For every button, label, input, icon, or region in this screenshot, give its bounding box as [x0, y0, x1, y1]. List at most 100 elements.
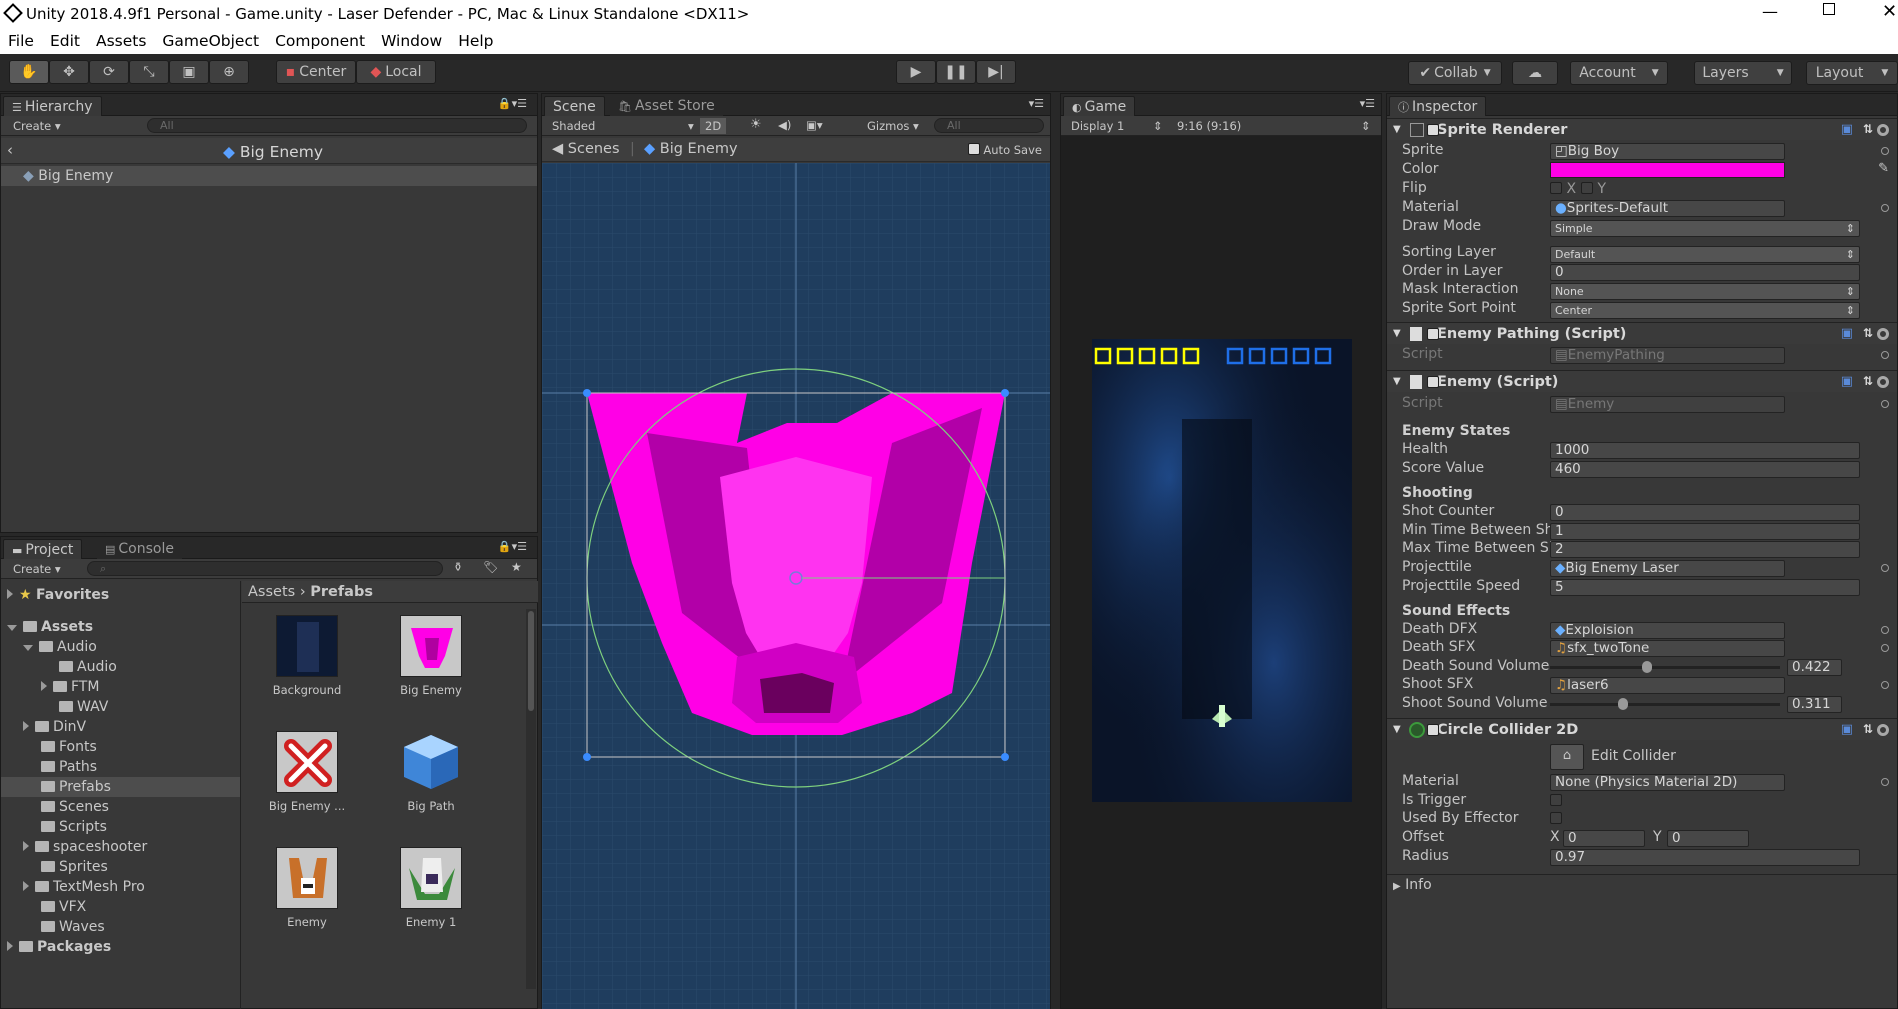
rect-handle[interactable]	[1001, 753, 1009, 761]
hierarchy-item[interactable]: ◆ Big Enemy	[1, 166, 537, 186]
tree-item[interactable]: Audio	[1, 637, 240, 657]
color-swatch[interactable]	[1550, 162, 1785, 178]
asset-big-path[interactable]: Big Path	[380, 731, 482, 813]
shoot-volume-slider[interactable]	[1550, 698, 1780, 710]
tree-item[interactable]: Scripts	[1, 817, 240, 837]
project-search-input[interactable]: ⌕	[87, 561, 443, 576]
info-foldout[interactable]: ▶ Info	[1387, 874, 1897, 894]
asset-background[interactable]: Background	[256, 615, 358, 697]
menu-gameobject[interactable]: GameObject	[154, 28, 267, 54]
tree-item[interactable]: Waves	[1, 917, 240, 937]
enable-checkbox[interactable]	[1427, 724, 1439, 736]
scene-search-input[interactable]: All	[934, 118, 1044, 133]
edit-collider-button[interactable]: ⌂	[1550, 744, 1584, 770]
preset-icon[interactable]: ⇅	[1863, 374, 1873, 388]
slider-thumb[interactable]	[1618, 698, 1628, 710]
pause-button[interactable]: ❚❚	[936, 60, 976, 84]
object-picker-icon[interactable]	[1881, 778, 1889, 786]
material-field[interactable]: ●Sprites-Default	[1550, 200, 1785, 217]
tab-asset-store[interactable]: 🛍 Asset Store	[610, 96, 723, 116]
panel-menu-icon[interactable]: 🔒▾☰	[498, 97, 527, 110]
autosave-toggle[interactable]: Auto Save	[967, 143, 1042, 157]
space-toggle[interactable]: ◆ Local	[356, 60, 436, 84]
help-icon[interactable]: ▣	[1841, 326, 1853, 341]
projectile-field[interactable]: ◆Big Enemy Laser	[1550, 560, 1785, 577]
tab-inspector[interactable]: ⓘ Inspector	[1389, 96, 1487, 116]
asset-big-enemy-laser[interactable]: Big Enemy ...	[256, 731, 358, 813]
flip-y-toggle[interactable]: Y	[1581, 181, 1606, 197]
minimize-button[interactable]: —	[1762, 2, 1778, 21]
filter-type-icon[interactable]: ⚱	[453, 560, 463, 574]
display-dropdown[interactable]: Display 1	[1071, 119, 1124, 133]
filter-label-icon[interactable]: 🏷	[483, 560, 498, 574]
tree-item[interactable]: FTM	[1, 677, 240, 697]
2d-toggle[interactable]: 2D	[700, 118, 727, 134]
death-dfx-field[interactable]: ◆Exploision	[1550, 622, 1785, 639]
menu-window[interactable]: Window	[373, 28, 450, 54]
panel-menu-icon[interactable]: 🔒▾☰	[498, 540, 527, 553]
collab-dropdown[interactable]: ✔ Collab ▼	[1408, 61, 1502, 85]
breadcrumb-prefabs[interactable]: Prefabs	[310, 584, 373, 600]
tree-item[interactable]: Paths	[1, 757, 240, 777]
panel-menu-icon[interactable]: ▾☰	[1029, 97, 1044, 110]
asset-big-enemy[interactable]: Big Enemy	[380, 615, 482, 697]
shoot-volume-field[interactable]: 0.311	[1787, 696, 1842, 713]
used-by-effector-checkbox[interactable]	[1550, 812, 1562, 824]
eyedropper-icon[interactable]: ✎	[1878, 161, 1889, 176]
preset-icon[interactable]: ⇅	[1863, 122, 1873, 136]
hand-tool-button[interactable]: ✋	[9, 60, 49, 84]
sorting-layer-dropdown[interactable]: Default ⇕	[1550, 246, 1860, 263]
asset-grid-scrollbar[interactable]	[526, 609, 536, 989]
panel-menu-icon[interactable]: ▾☰	[1360, 97, 1375, 110]
game-viewport[interactable]	[1092, 339, 1352, 802]
asset-enemy-1[interactable]: Enemy 1	[380, 847, 482, 929]
death-volume-slider[interactable]	[1550, 661, 1780, 673]
rect-handle[interactable]	[583, 753, 591, 761]
offset-x-field[interactable]: 0	[1563, 830, 1645, 847]
gear-icon[interactable]	[1877, 124, 1889, 136]
enable-checkbox[interactable]	[1427, 328, 1439, 340]
project-create-button[interactable]: Create ▾	[13, 562, 61, 576]
enable-checkbox[interactable]	[1427, 376, 1439, 388]
asset-enemy[interactable]: Enemy	[256, 847, 358, 929]
object-picker-icon[interactable]	[1881, 147, 1889, 155]
preset-icon[interactable]: ⇅	[1863, 326, 1873, 340]
slider-thumb[interactable]	[1642, 661, 1652, 673]
score-value-field[interactable]: 460	[1550, 461, 1860, 478]
sprite-renderer-header[interactable]: ▼ Sprite Renderer ▣ ⇅	[1387, 118, 1897, 140]
tab-hierarchy[interactable]: ☰ Hierarchy	[3, 96, 102, 116]
max-time-field[interactable]: 2	[1550, 541, 1860, 558]
enemy-pathing-header[interactable]: ▼ Enemy Pathing (Script) ▣ ⇅	[1387, 322, 1897, 344]
lighting-icon[interactable]: ☀	[750, 117, 762, 132]
cloud-button[interactable]: ☁	[1512, 61, 1558, 85]
min-time-field[interactable]: 1	[1550, 523, 1860, 540]
layers-dropdown[interactable]: Layers ▼	[1694, 61, 1792, 85]
offset-y-field[interactable]: 0	[1667, 830, 1749, 847]
account-dropdown[interactable]: Account ▼	[1570, 61, 1668, 85]
gear-icon[interactable]	[1877, 376, 1889, 388]
death-volume-field[interactable]: 0.422	[1787, 659, 1842, 676]
rect-handle[interactable]	[583, 389, 591, 397]
tree-item[interactable]: Scenes	[1, 797, 240, 817]
back-arrow-icon[interactable]: ‹	[7, 141, 13, 159]
mask-interaction-dropdown[interactable]: None ⇕	[1550, 283, 1860, 300]
rect-handle[interactable]	[1001, 389, 1009, 397]
tree-item[interactable]: WAV	[1, 697, 240, 717]
object-picker-icon[interactable]	[1881, 626, 1889, 634]
rect-tool-button[interactable]: ▣	[169, 60, 209, 84]
tree-item[interactable]: Audio	[1, 657, 240, 677]
death-sfx-field[interactable]: ♫sfx_twoTone	[1550, 640, 1785, 657]
audio-icon[interactable]: ◀)	[778, 118, 791, 132]
gizmos-dropdown[interactable]: Gizmos ▾	[867, 119, 919, 133]
rotate-tool-button[interactable]: ⟳	[89, 60, 129, 84]
crumb-big-enemy[interactable]: ◆ Big Enemy	[644, 141, 738, 157]
favorite-star-icon[interactable]: ★	[511, 560, 522, 574]
health-field[interactable]: 1000	[1550, 442, 1860, 459]
transform-tool-button[interactable]: ⊕	[209, 60, 249, 84]
tab-project[interactable]: ▬ Project	[3, 539, 83, 559]
play-button[interactable]: ▶	[896, 60, 936, 84]
object-picker-icon[interactable]	[1881, 681, 1889, 689]
tree-item[interactable]: Sprites	[1, 857, 240, 877]
object-picker-icon[interactable]	[1881, 644, 1889, 652]
scene-viewport[interactable]	[542, 163, 1050, 1009]
